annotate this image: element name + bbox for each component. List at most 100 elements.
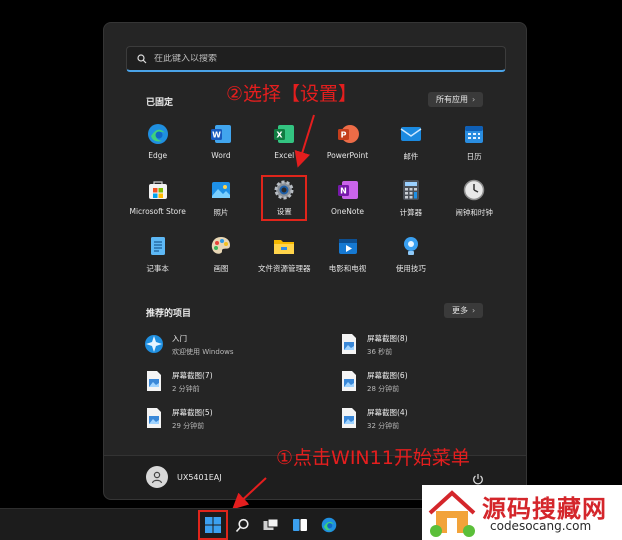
app-label: OneNote (331, 207, 365, 216)
powerpoint-icon: P (337, 125, 359, 143)
app-label: 计算器 (399, 208, 423, 217)
mail-icon (400, 127, 422, 141)
widgets-button[interactable] (288, 513, 312, 537)
search-box[interactable] (126, 46, 506, 72)
item-subtitle: 29 分钟前 (172, 422, 205, 430)
avatar (146, 466, 168, 488)
calculator-icon (402, 180, 419, 200)
widgets-icon (293, 519, 307, 531)
app-label: 使用技巧 (395, 264, 426, 273)
chevron-right-icon: › (472, 95, 476, 104)
item-title: 屏幕截图(5) (172, 408, 213, 417)
photos-icon (211, 182, 230, 198)
item-subtitle: 欢迎使用 Windows (172, 348, 234, 356)
search-icon (235, 518, 249, 532)
app-label: Edge (148, 151, 168, 160)
calendar-icon (465, 126, 484, 143)
onenote-icon: N (337, 181, 358, 199)
image-file-icon (342, 371, 356, 391)
tips-icon (403, 237, 418, 255)
movies-icon (338, 239, 357, 254)
app-label: 画图 (213, 264, 229, 273)
item-title: 入门 (172, 334, 187, 343)
taskbar-search-button[interactable] (230, 513, 254, 537)
taskbar-edge-button[interactable] (317, 513, 341, 537)
task-view-icon (263, 518, 279, 530)
item-title: 屏幕截图(4) (367, 408, 408, 417)
pinned-app-word[interactable]: W Word (189, 117, 252, 173)
item-title: 屏幕截图(6) (367, 371, 408, 380)
pinned-app-notepad[interactable]: 记事本 (126, 229, 189, 285)
pinned-app-file-explorer[interactable]: 文件资源管理器 (253, 229, 316, 285)
chevron-right-icon: › (472, 306, 476, 315)
image-file-icon (147, 371, 161, 391)
recommended-item[interactable]: 入门欢迎使用 Windows (144, 333, 339, 370)
watermark: 源码搜藏网 codesocang.com (422, 485, 622, 540)
annotation-step2: ②选择【设置】 (226, 83, 358, 105)
recommended-item[interactable]: 屏幕截图(4) 32 分钟前 (339, 407, 504, 444)
user-account-button[interactable]: UX5401EAJ (146, 466, 222, 488)
pinned-app-calculator[interactable]: 计算器 (379, 173, 442, 229)
recommended-item[interactable]: 屏幕截图(5) 29 分钟前 (144, 407, 339, 444)
house-logo-icon (428, 490, 476, 537)
clock-icon (463, 179, 485, 201)
watermark-url: codesocang.com (490, 519, 592, 533)
app-label: 设置 (276, 207, 292, 216)
app-label: PowerPoint (326, 151, 369, 160)
image-file-icon (342, 334, 356, 354)
recommended-title: 推荐的项目 (146, 309, 192, 319)
search-icon (137, 53, 147, 63)
more-button[interactable]: 更多 › (444, 303, 484, 318)
pinned-app-powerpoint[interactable]: P PowerPoint (316, 117, 379, 173)
image-file-icon (147, 408, 161, 428)
pinned-app-settings[interactable]: 设置 (261, 175, 308, 221)
pinned-app-photos[interactable]: 照片 (189, 173, 252, 229)
app-label: Excel (274, 151, 295, 160)
pinned-app-paint[interactable]: 画图 (189, 229, 252, 285)
settings-gear-icon (274, 180, 294, 200)
paint-icon (211, 237, 230, 254)
item-subtitle: 32 分钟前 (367, 422, 400, 430)
app-label: 文件资源管理器 (257, 264, 311, 273)
edge-icon (147, 124, 168, 144)
pinned-app-excel[interactable]: X Excel (253, 117, 316, 173)
recommended-item[interactable]: 屏幕截图(8) 36 秒前 (339, 333, 504, 370)
user-name: UX5401EAJ (177, 472, 222, 482)
pinned-app-clock[interactable]: 闹钟和时钟 (442, 173, 505, 229)
pinned-app-calendar[interactable]: 日历 (442, 117, 505, 173)
all-apps-label: 所有应用 (436, 95, 468, 104)
item-subtitle: 28 分钟前 (367, 385, 400, 393)
recommended-item[interactable]: 屏幕截图(7) 2 分钟前 (144, 370, 339, 407)
excel-icon: X (274, 125, 295, 143)
svg-text:P: P (340, 131, 346, 140)
all-apps-button[interactable]: 所有应用 › (428, 92, 484, 107)
item-title: 屏幕截图(7) (172, 371, 213, 380)
word-icon: W (210, 125, 231, 143)
pinned-app-edge[interactable]: Edge (126, 117, 189, 173)
pinned-app-onenote[interactable]: N OneNote (316, 173, 379, 229)
pinned-app-microsoft-store[interactable]: Microsoft Store (126, 173, 189, 229)
pinned-app-tips[interactable]: 使用技巧 (379, 229, 442, 285)
app-label: 电影和电视 (328, 264, 367, 273)
svg-text:X: X (277, 131, 284, 140)
power-icon (473, 474, 483, 485)
app-label: 日历 (466, 152, 482, 161)
windows-logo-icon (205, 517, 221, 533)
item-subtitle: 36 秒前 (367, 348, 393, 356)
start-button[interactable] (198, 510, 228, 540)
app-label: 照片 (213, 208, 229, 217)
recommended-item[interactable]: 屏幕截图(6) 28 分钟前 (339, 370, 504, 407)
search-input[interactable] (154, 53, 484, 64)
app-label: Microsoft Store (129, 207, 186, 216)
recommended-list: 入门欢迎使用 Windows 屏幕截图(8) 36 秒前 屏幕截图(7) 2 分钟前… (144, 333, 504, 444)
store-icon (148, 181, 167, 199)
pinned-app-mail[interactable]: 邮件 (379, 117, 442, 173)
task-view-button[interactable] (259, 513, 283, 537)
app-label: 记事本 (146, 264, 169, 273)
pinned-app-movies-tv[interactable]: 电影和电视 (316, 229, 379, 285)
svg-text:W: W (212, 131, 221, 140)
app-label: Word (211, 151, 231, 160)
pinned-apps-grid: Edge W Word X Excel P PowerPoint 邮件 日历 M… (126, 117, 506, 285)
app-label: 邮件 (403, 152, 419, 161)
item-title: 屏幕截图(8) (367, 334, 408, 343)
